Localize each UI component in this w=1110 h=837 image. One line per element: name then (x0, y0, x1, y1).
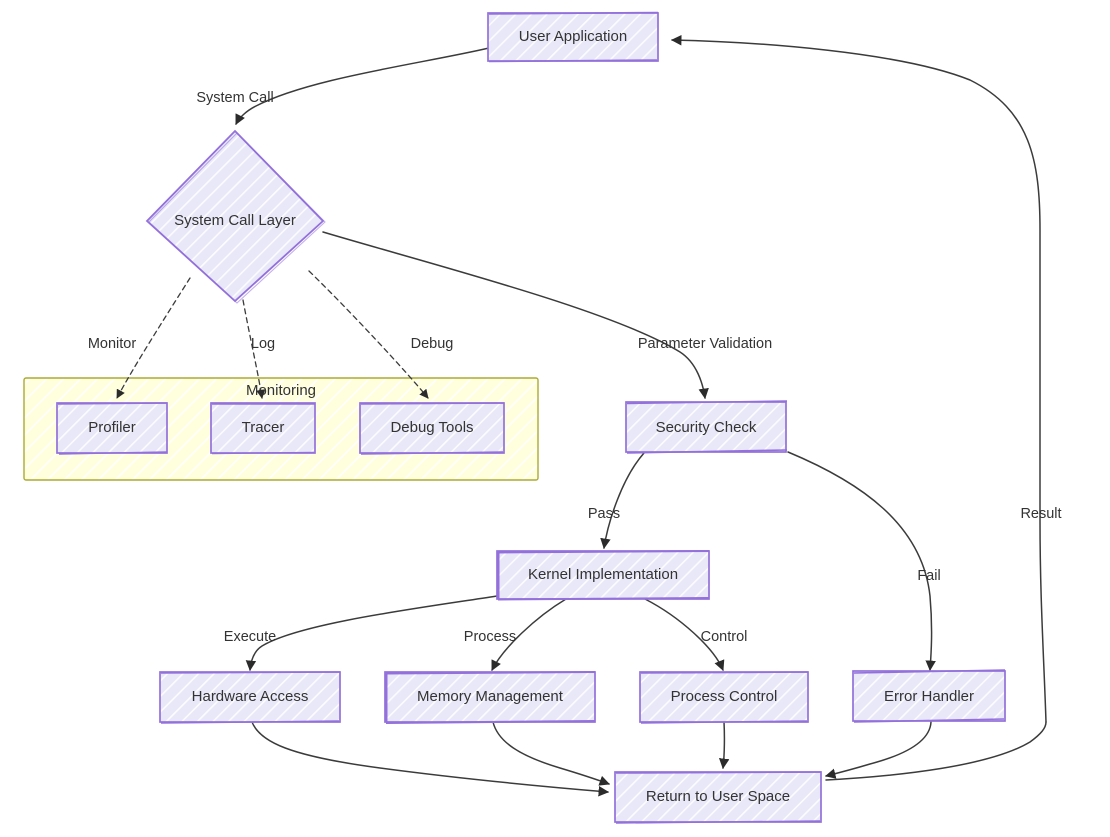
node-label-process-control: Process Control (671, 688, 778, 705)
node-kernel-implementation[interactable]: Kernel Implementation (496, 550, 710, 601)
node-memory-management[interactable]: Memory Management (384, 670, 596, 725)
edge-label-system-call: System Call (196, 90, 273, 106)
node-security-check[interactable]: Security Check (625, 400, 788, 454)
node-label-kernel-implementation: Kernel Implementation (528, 566, 678, 583)
node-tracer[interactable]: Tracer (210, 402, 316, 455)
edge-result (670, 34, 1047, 723)
edge-parameter-validation (322, 231, 709, 400)
edge-fail (787, 451, 936, 672)
node-label-hardware-access: Hardware Access (192, 688, 309, 705)
edge-label-result: Result (1020, 506, 1061, 522)
node-label-debug-tools: Debug Tools (390, 419, 473, 436)
node-label-user-application: User Application (519, 28, 627, 45)
edge-result-tail (825, 721, 1047, 781)
edge-hardware-to-return (251, 721, 610, 797)
node-profiler[interactable]: Profiler (56, 402, 168, 455)
edge-process-to-return (718, 721, 730, 770)
node-label-return-to-user-space: Return to User Space (646, 788, 790, 805)
node-label-system-call-layer: System Call Layer (174, 212, 296, 229)
cluster-label-monitoring: Monitoring (246, 382, 316, 399)
edge-label-pass: Pass (588, 506, 620, 522)
flowchart-svg: Monitoring System Call Monitor Log Debug… (23, 11, 1062, 824)
edge-label-parameter-validation: Parameter Validation (638, 336, 772, 352)
edge-label-process: Process (464, 629, 516, 645)
node-hardware-access[interactable]: Hardware Access (159, 671, 341, 724)
node-label-security-check: Security Check (656, 419, 757, 436)
edge-error-to-return (824, 721, 932, 779)
node-process-control[interactable]: Process Control (639, 671, 809, 724)
edge-pass (600, 452, 645, 550)
edge-label-control: Control (701, 629, 748, 645)
edge-memory-to-return (492, 721, 610, 786)
node-system-call-layer[interactable]: System Call Layer (145, 129, 326, 304)
node-error-handler[interactable]: Error Handler (852, 669, 1006, 723)
edge-system-call (235, 47, 490, 125)
edge-label-fail: Fail (917, 568, 940, 584)
edge-execute (245, 595, 498, 672)
edge-label-debug: Debug (411, 336, 454, 352)
edge-label-execute: Execute (224, 629, 276, 645)
node-label-tracer: Tracer (242, 419, 285, 436)
node-user-application[interactable]: User Application (487, 11, 659, 63)
edge-label-log: Log (251, 336, 275, 352)
node-label-error-handler: Error Handler (884, 688, 974, 705)
flowchart-canvas: Monitoring System Call Monitor Log Debug… (0, 0, 1110, 837)
edge-label-monitor: Monitor (88, 336, 137, 352)
node-return-to-user-space[interactable]: Return to User Space (614, 771, 822, 824)
node-label-profiler: Profiler (88, 419, 136, 436)
node-label-memory-management: Memory Management (417, 688, 564, 705)
node-debug-tools[interactable]: Debug Tools (359, 402, 505, 455)
